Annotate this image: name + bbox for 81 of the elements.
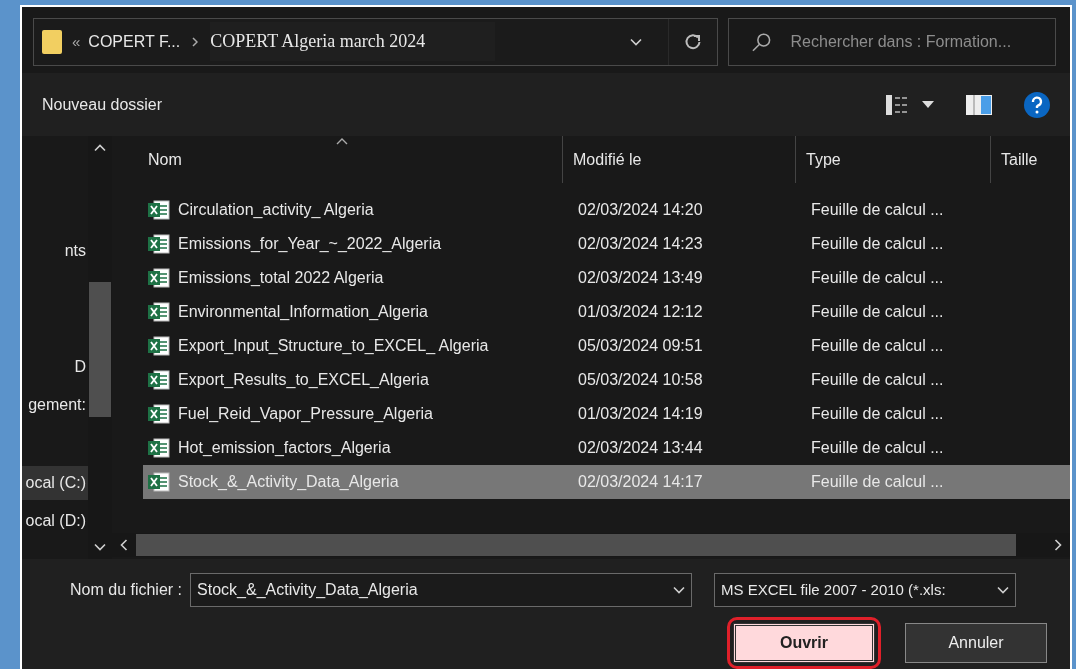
file-name: Export_Results_to_EXCEL_Algeria (178, 370, 429, 391)
spreadsheet-file-icon (148, 336, 170, 357)
filename-label: Nom du fichier : (70, 580, 183, 600)
help-icon[interactable] (1024, 91, 1050, 118)
spreadsheet-file-icon (148, 404, 170, 425)
spreadsheet-file-icon (148, 370, 170, 391)
sidebar-item[interactable]: D (22, 350, 88, 385)
sidebar-item[interactable]: ocal (C:) (22, 466, 88, 501)
file-type: Feuille de calcul ... (810, 268, 945, 289)
file-row[interactable]: Emissions_total 2022 Algeria 02/03/2024 13:49 Feuille de calcul ... (143, 261, 1070, 296)
file-row[interactable]: Environmental_Information_Algeria 01/03/2024 12:12 Feuille de calcul ... (143, 295, 1070, 330)
column-header[interactable]: Type (806, 147, 841, 172)
modified-date: 02/03/2024 14:20 (577, 200, 704, 221)
folder-icon (42, 29, 62, 54)
file-row[interactable]: Export_Input_Structure_to_EXCEL_ Algeria 05/03/2024 09:51 Feuille de calcul ... (143, 329, 1070, 364)
file-name: Emissions_for_Year_~_2022_Algeria (178, 234, 442, 255)
spreadsheet-file-icon (148, 200, 170, 221)
spreadsheet-file-icon (148, 234, 170, 255)
scroll-down-icon (94, 543, 106, 551)
file-type: Feuille de calcul ... (810, 404, 945, 425)
breadcrumb[interactable]: COPERT F... (88, 29, 181, 54)
spreadsheet-file-icon (148, 302, 170, 323)
search-input[interactable]: Rechercher dans : Formation... (790, 29, 1055, 54)
modified-date: 02/03/2024 14:17 (577, 472, 704, 493)
view-options-icon[interactable] (886, 94, 910, 115)
file-name: Environmental_Information_Algeria (178, 302, 428, 323)
spreadsheet-file-icon (148, 472, 170, 493)
file-name: Emissions_total 2022 Algeria (178, 268, 384, 289)
scroll-up-icon (94, 144, 106, 153)
refresh-icon[interactable] (683, 31, 703, 52)
filename-field[interactable]: Stock_&_Activity_Data_Algeria (190, 573, 693, 607)
file-type: Feuille de calcul ... (810, 438, 945, 459)
overflow-chevron[interactable]: « (72, 30, 81, 54)
modified-date: 05/03/2024 10:58 (577, 370, 704, 391)
modified-date: 02/03/2024 13:49 (577, 268, 704, 289)
file-row[interactable]: Emissions_for_Year_~_2022_Algeria 02/03/2024 14:23 Feuille de calcul ... (143, 227, 1070, 262)
column-header[interactable]: Taille (1001, 147, 1038, 172)
file-row[interactable]: Circulation_activity_ Algeria 02/03/2024 14:20 Feuille de calcul ... (143, 193, 1070, 228)
spreadsheet-file-icon (148, 438, 170, 459)
spreadsheet-file-icon (148, 268, 170, 289)
sidebar-item[interactable]: nts (22, 234, 88, 269)
cancel-button[interactable]: Annuler (905, 623, 1047, 663)
file-row[interactable]: Fuel_Reid_Vapor_Pressure_Algeria 01/03/2024 14:19 Feuille de calcul ... (143, 397, 1070, 432)
modified-date: 02/03/2024 14:23 (577, 234, 704, 255)
modified-date: 02/03/2024 13:44 (577, 438, 704, 459)
file-name: Export_Input_Structure_to_EXCEL_ Algeria (178, 336, 489, 357)
scroll-right-icon (1054, 539, 1062, 551)
open-button[interactable]: Ouvrir (733, 623, 875, 663)
file-type: Feuille de calcul ... (810, 472, 945, 493)
file-row[interactable]: Export_Results_to_EXCEL_Algeria 05/03/2024 10:58 Feuille de calcul ... (143, 363, 1070, 398)
breadcrumb[interactable]: COPERT Algeria march 2024 (210, 22, 496, 62)
file-name: Fuel_Reid_Vapor_Pressure_Algeria (178, 404, 433, 425)
scrollbar-thumb[interactable] (136, 534, 1016, 556)
file-type: Feuille de calcul ... (810, 234, 945, 255)
column-header[interactable]: Modifié le (573, 147, 642, 172)
file-type: Feuille de calcul ... (810, 370, 945, 391)
scrollbar-thumb[interactable] (89, 282, 111, 418)
column-header[interactable]: Nom (148, 147, 182, 172)
preview-pane-icon[interactable] (966, 94, 992, 115)
filetype-dropdown[interactable]: MS EXCEL file 2007 - 2010 (*.xls: (714, 573, 1017, 607)
file-name: Stock_&_Activity_Data_Algeria (178, 472, 399, 493)
modified-date: 05/03/2024 09:51 (577, 336, 704, 357)
scroll-left-icon (120, 539, 128, 551)
dropdown-triangle-icon[interactable] (922, 100, 934, 109)
search-icon (751, 30, 773, 53)
file-type: Feuille de calcul ... (810, 200, 945, 221)
new-folder-button[interactable]: Nouveau dossier (42, 92, 163, 117)
filename-input[interactable]: Stock_&_Activity_Data_Algeria (197, 578, 674, 602)
sidebar-item[interactable]: ocal (D:) (22, 504, 88, 539)
file-type: Feuille de calcul ... (810, 336, 945, 357)
modified-date: 01/03/2024 12:12 (577, 302, 704, 323)
file-type: Feuille de calcul ... (810, 302, 945, 323)
file-row[interactable]: Hot_emission_factors_Algeria 02/03/2024 13:44 Feuille de calcul ... (143, 431, 1070, 466)
modified-date: 01/03/2024 14:19 (577, 404, 704, 425)
file-name: Circulation_activity_ Algeria (178, 200, 374, 221)
breadcrumb-separator-icon (192, 36, 199, 47)
address-bar[interactable]: « COPERT F... COPERT Algeria march 2024 (33, 17, 718, 66)
sidebar-item[interactable]: gement: (22, 388, 88, 423)
search-field[interactable]: Rechercher dans : Formation... (728, 17, 1056, 66)
file-name: Hot_emission_factors_Algeria (178, 438, 391, 459)
file-row[interactable]: Stock_&_Activity_Data_Algeria 02/03/2024 14:17 Feuille de calcul ... (143, 465, 1070, 500)
